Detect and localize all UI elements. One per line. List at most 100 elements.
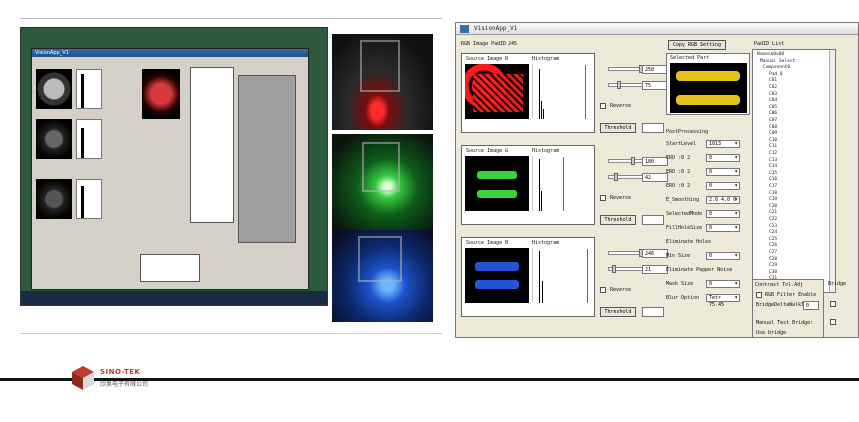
postproc-select[interactable]: 0	[706, 154, 740, 162]
tree-item[interactable]: C12	[769, 151, 777, 156]
tree-item[interactable]: C16	[769, 177, 777, 182]
postproc-label: FillHoleSize	[666, 225, 703, 231]
tree-item[interactable]: C06	[769, 111, 777, 116]
r-lower-slider[interactable]	[608, 81, 644, 89]
tree-item[interactable]: Manual Select	[760, 59, 795, 64]
postproc-select[interactable]: 0	[706, 224, 740, 232]
copy-rgb-button[interactable]: Copy RGB Setting	[668, 40, 726, 50]
tree-item[interactable]: C29	[769, 263, 777, 268]
tree-item[interactable]: C19	[769, 197, 777, 202]
padid-tree[interactable]: Nsmesh0x00 Manual Select Component0 Pad_0 C0…	[752, 49, 836, 293]
postproc-select[interactable]: Tetr 75.45	[706, 294, 740, 308]
slide: VisionApp_V1 VisionApp_V1 RGB Image PadI…	[0, 0, 859, 422]
tree-item[interactable]: C09	[769, 131, 777, 136]
postproc-label: E_Smoothing	[666, 197, 700, 203]
b-lower-value[interactable]: 21	[642, 265, 668, 274]
b-lower-slider[interactable]	[608, 265, 644, 273]
bridge-title: Bridge	[828, 281, 847, 287]
use-bridge-label: Use bridge	[756, 330, 787, 336]
postproc-label: Eliminate Holes	[666, 239, 712, 245]
postproc-label: StartLevel	[666, 141, 697, 147]
postproc-label: Min Size	[666, 253, 691, 259]
postproc-label: ERO :0 2	[666, 169, 691, 175]
tree-item[interactable]: C17	[769, 184, 777, 189]
tree-item[interactable]: C25	[769, 237, 777, 242]
tree-item[interactable]: C03	[769, 92, 777, 97]
left-screenshot: VisionApp_V1	[20, 27, 328, 306]
tree-item[interactable]: C04	[769, 98, 777, 103]
rgb-filter-checkbox[interactable]	[756, 292, 762, 298]
r-reverse-checkbox[interactable]	[600, 103, 606, 109]
b-reverse-checkbox[interactable]	[600, 287, 606, 293]
rgb-filter-label: RGB Filter Enable	[765, 292, 817, 298]
postproc-select[interactable]: 2.0 4.0 0	[706, 196, 740, 204]
tree-item[interactable]: C07	[769, 118, 777, 123]
tree-item[interactable]: C23	[769, 224, 777, 229]
contrast-panel: Contrast Tol.Adj RGB Filter Enable Bridg…	[752, 279, 824, 337]
tree-item[interactable]: C05	[769, 105, 777, 110]
mode-label: RGB Image PadID	[461, 41, 507, 47]
histogram-label-r: Histogram	[532, 56, 560, 62]
source-panel-r: Source Image R Histogram	[461, 53, 595, 133]
tree-item[interactable]: C10	[769, 138, 777, 143]
tree-item[interactable]: C24	[769, 230, 777, 235]
r-lower-value[interactable]: 75	[642, 81, 668, 90]
histogram-label-g: Histogram	[532, 148, 560, 154]
tree-item[interactable]: Component0	[763, 65, 790, 70]
tree-item[interactable]: Nsmesh0x00	[757, 52, 784, 57]
tree-item[interactable]: C20	[769, 204, 777, 209]
tree-item[interactable]: C14	[769, 164, 777, 169]
postproc-select[interactable]: 0	[706, 280, 740, 288]
g-threshold-button[interactable]: Threshold	[600, 215, 636, 225]
source-image-g	[465, 156, 529, 211]
selected-part-image	[670, 63, 747, 113]
g-lower-value[interactable]: 42	[642, 173, 668, 182]
g-upper-value[interactable]: 180	[642, 157, 668, 166]
tree-scrollbar[interactable]	[829, 50, 835, 292]
logo-name: SINO-TEK	[100, 368, 141, 376]
tree-item[interactable]: C26	[769, 243, 777, 248]
bridge-checkbox-1[interactable]	[830, 301, 836, 307]
histogram-r-chart	[532, 64, 594, 119]
tree-item[interactable]: C13	[769, 158, 777, 163]
tree-item[interactable]: C18	[769, 191, 777, 196]
g-upper-slider[interactable]	[608, 157, 644, 165]
tree-item[interactable]: C21	[769, 210, 777, 215]
tree-item[interactable]: Pad_0	[769, 72, 783, 77]
postproc-select[interactable]: 0	[706, 252, 740, 260]
g-reverse-checkbox[interactable]	[600, 195, 606, 201]
b-upper-slider[interactable]	[608, 249, 644, 257]
tree-item[interactable]: C27	[769, 250, 777, 255]
postproc-select[interactable]: 0	[706, 182, 740, 190]
tree-item[interactable]: C22	[769, 217, 777, 222]
postproc-select[interactable]: 0	[706, 210, 740, 218]
mode-value: 245	[508, 41, 518, 47]
tree-item[interactable]: C02	[769, 85, 777, 90]
g-lower-slider[interactable]	[608, 173, 644, 181]
postproc-label: ERO :0 2	[666, 183, 691, 189]
padid-list-label: PadID List	[754, 41, 785, 47]
postproc-label: Blur Option	[666, 295, 700, 301]
r-upper-slider[interactable]	[608, 65, 644, 73]
app-titlebar: VisionApp_V1	[456, 23, 858, 35]
postproc-label: Mask Size	[666, 281, 694, 287]
postproc-select[interactable]: 0	[706, 168, 740, 176]
b-upper-value[interactable]: 246	[642, 249, 668, 258]
postproc-label: ERO :0 2	[666, 155, 691, 161]
tree-item[interactable]: C28	[769, 257, 777, 262]
bridge-checkbox-2[interactable]	[830, 319, 836, 325]
source-label-b: Source Image B	[466, 240, 509, 246]
histogram-b-chart	[532, 248, 594, 303]
photo-green-light	[332, 134, 433, 230]
r-threshold-button[interactable]: Threshold	[600, 123, 636, 133]
tree-item[interactable]: C01	[769, 78, 777, 83]
bridge-tol-value[interactable]: 0	[803, 301, 819, 310]
r-upper-value[interactable]: 250	[642, 65, 668, 74]
tree-item[interactable]: C30	[769, 270, 777, 275]
b-threshold-button[interactable]: Threshold	[600, 307, 636, 317]
tree-item[interactable]: C11	[769, 144, 777, 149]
tree-item[interactable]: C08	[769, 125, 777, 130]
tree-item[interactable]: C15	[769, 171, 777, 176]
postproc-select[interactable]: 1013	[706, 140, 740, 148]
source-image-b	[465, 248, 529, 303]
